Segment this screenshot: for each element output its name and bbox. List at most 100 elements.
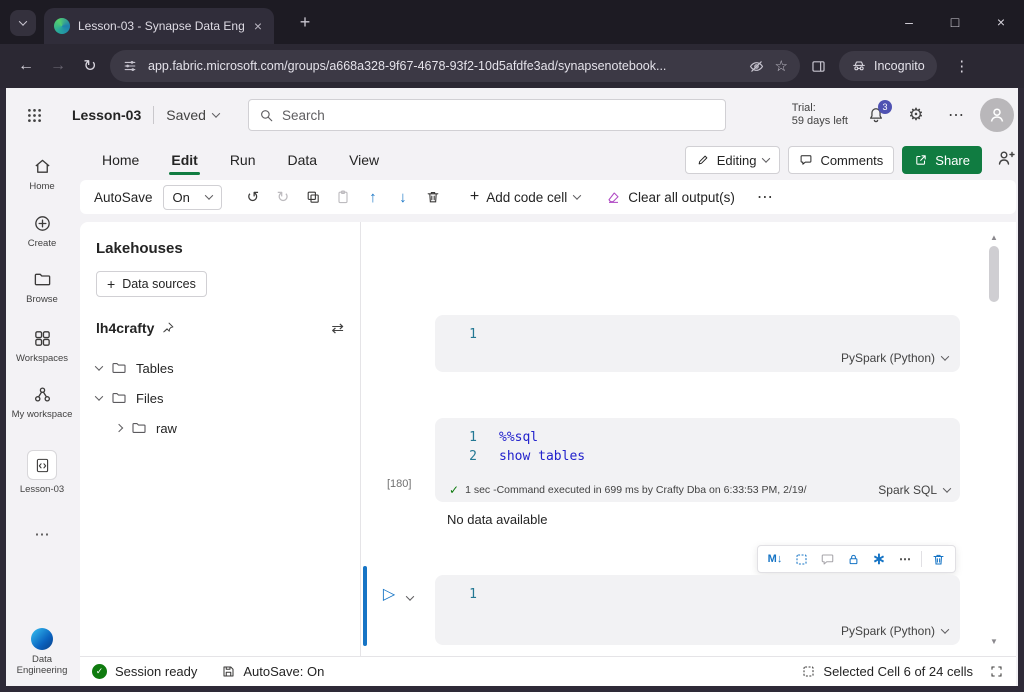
scrollbar-thumb[interactable] — [989, 246, 999, 302]
run-cell-button[interactable]: ▷ — [377, 582, 401, 606]
rail-more-icon[interactable]: ⋯ — [6, 525, 78, 543]
tab-search-button[interactable] — [10, 10, 36, 36]
code-cell-3[interactable]: 1 PySpark (Python) — [435, 575, 960, 645]
clear-outputs-label: Clear all output(s) — [628, 189, 735, 205]
sidebar-item-home[interactable]: Home — [6, 155, 78, 192]
undo-button[interactable]: ↺ — [238, 182, 268, 212]
session-status[interactable]: Session ready — [115, 664, 197, 679]
notebook-icon — [27, 450, 57, 480]
chevron-down-icon — [18, 17, 28, 26]
avatar[interactable] — [980, 98, 1014, 132]
forward-button[interactable]: → — [42, 50, 74, 82]
rail-label: My workspace — [11, 409, 73, 420]
tree-item-tables[interactable]: Tables — [94, 353, 344, 383]
sidebar-item-workspaces[interactable]: Workspaces — [6, 327, 78, 364]
collaborators-icon[interactable] — [996, 148, 1016, 168]
toolbar-more-icon[interactable]: ⋯ — [757, 187, 773, 207]
move-cell-up-button[interactable]: ↑ — [358, 182, 388, 212]
fabric-app: Lesson-03 Saved Trial: 59 days left — [6, 88, 1018, 686]
add-code-cell-button[interactable]: + Add code cell — [470, 188, 582, 206]
tree-label: raw — [156, 420, 177, 436]
select-cell-button[interactable] — [788, 546, 814, 572]
add-data-sources-button[interactable]: + Data sources — [96, 271, 207, 297]
tab-home[interactable]: Home — [86, 142, 155, 178]
sidebar-item-lesson-03[interactable]: Lesson-03 — [6, 450, 78, 495]
window-maximize-button[interactable]: □ — [932, 0, 978, 44]
chevron-down-icon — [762, 154, 771, 163]
back-button[interactable]: ← — [10, 50, 42, 82]
tree-item-files[interactable]: Files — [94, 383, 344, 413]
tree-label: Tables — [136, 360, 174, 376]
window-minimize-button[interactable]: – — [886, 0, 932, 44]
scroll-up-icon[interactable]: ▲ — [987, 230, 1001, 244]
sidebar-item-create[interactable]: Create — [6, 212, 78, 249]
cell-more-button[interactable]: ⋯ — [892, 546, 918, 572]
window-close-button[interactable]: × — [978, 0, 1024, 44]
comments-button[interactable]: Comments — [788, 146, 895, 174]
header-more-icon[interactable]: ⋯ — [940, 99, 972, 131]
code-editor[interactable]: 1 %%sql 2 show tables — [463, 428, 585, 466]
fit-view-icon[interactable] — [989, 664, 1004, 679]
rail-label: Browse — [26, 294, 58, 305]
lock-cell-button[interactable] — [840, 546, 866, 572]
autosave-status[interactable]: AutoSave: On — [243, 664, 324, 679]
tab-data[interactable]: Data — [272, 142, 334, 178]
delete-cell-button[interactable] — [418, 182, 448, 212]
site-settings-icon[interactable] — [122, 58, 138, 74]
global-search[interactable] — [248, 99, 726, 131]
tree-item-raw[interactable]: raw — [96, 413, 344, 443]
language-label: Spark SQL — [878, 483, 937, 497]
comment-cell-button[interactable] — [814, 546, 840, 572]
redo-button[interactable]: ↻ — [268, 182, 298, 212]
tab-view[interactable]: View — [333, 142, 395, 178]
bookmark-star-icon[interactable]: ☆ — [775, 57, 788, 75]
new-tab-button[interactable]: + — [292, 9, 318, 35]
code-cell-2[interactable]: 1 %%sql 2 show tables ✓ 1 sec -Command exe… — [435, 418, 960, 502]
sidebar-panel-icon[interactable] — [810, 58, 827, 75]
browser-menu-icon[interactable]: ⋮ — [949, 57, 975, 75]
settings-gear-icon[interactable]: ⚙ — [900, 99, 932, 131]
tab-edit[interactable]: Edit — [155, 142, 213, 178]
sidebar-item-my-workspace[interactable]: My workspace — [6, 383, 78, 420]
reload-button[interactable]: ↻ — [74, 50, 106, 82]
chevron-down-icon — [94, 362, 104, 371]
code-cell-1[interactable]: 1 PySpark (Python) — [435, 315, 960, 372]
switch-lakehouse-icon[interactable]: ⇄ — [331, 319, 344, 337]
copy-button[interactable] — [298, 182, 328, 212]
clear-all-outputs-button[interactable]: Clear all output(s) — [606, 190, 735, 205]
share-label: Share — [935, 152, 970, 168]
tab-run[interactable]: Run — [214, 142, 272, 178]
sidebar-item-data-engineering[interactable]: Data Engineering — [6, 628, 78, 676]
search-input[interactable] — [282, 107, 715, 123]
ribbon-right-actions: Editing Comments Share — [684, 146, 982, 174]
editing-mode-button[interactable]: Editing — [684, 146, 781, 174]
cell3-language-select[interactable]: PySpark (Python) — [841, 624, 950, 638]
autosave-dropdown[interactable]: On — [162, 184, 222, 210]
convert-to-markdown-button[interactable]: M↓ — [762, 546, 788, 572]
cell1-language-select[interactable]: PySpark (Python) — [841, 351, 950, 365]
vertical-scrollbar[interactable]: ▲ ▼ — [987, 230, 1001, 648]
share-button[interactable]: Share — [902, 146, 982, 174]
tab-close-icon[interactable]: × — [252, 18, 264, 34]
notifications-button[interactable]: 3 — [860, 99, 892, 131]
folder-icon — [131, 420, 147, 436]
sidebar-item-browse[interactable]: Browse — [6, 268, 78, 305]
line-number: 1 — [469, 430, 477, 445]
save-state-dropdown[interactable]: Saved — [166, 107, 221, 123]
browser-tab[interactable]: Lesson-03 - Synapse Data Engi × — [44, 8, 274, 44]
window-controls: – □ × — [886, 0, 1024, 44]
run-options-chevron[interactable] — [405, 588, 415, 606]
incognito-icon — [851, 58, 867, 74]
scroll-down-icon[interactable]: ▼ — [987, 634, 1001, 648]
delete-cell-button[interactable] — [925, 546, 951, 572]
app-launcher-waffle-icon[interactable] — [12, 107, 56, 124]
chevron-down-icon — [211, 109, 221, 118]
move-cell-down-button[interactable]: ↓ — [388, 182, 418, 212]
paste-button[interactable] — [328, 182, 358, 212]
eye-off-icon[interactable] — [748, 58, 765, 75]
address-bar-input[interactable]: app.fabric.microsoft.com/groups/a668a328… — [110, 50, 800, 82]
add-code-cell-label: Add code cell — [486, 189, 568, 205]
pin-icon[interactable] — [161, 321, 175, 335]
freeze-cell-button[interactable]: ∗ — [866, 546, 892, 572]
cell2-language-select[interactable]: Spark SQL — [878, 483, 952, 497]
